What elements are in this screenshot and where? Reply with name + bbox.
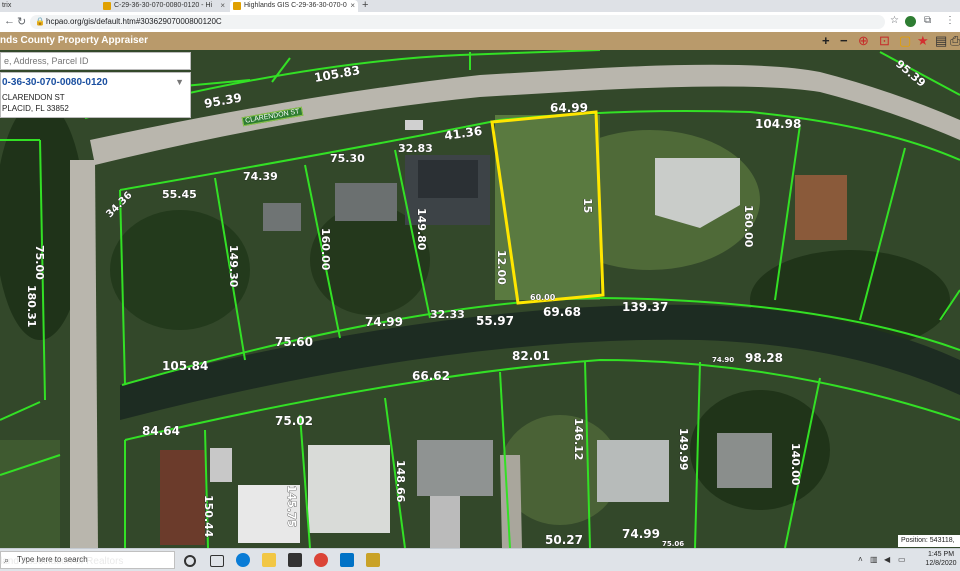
profile-avatar[interactable] (905, 16, 916, 27)
parcel-label: 74.99 (622, 527, 660, 541)
parcel-label: 150.44 (202, 495, 215, 538)
network-icon[interactable]: ▥ (870, 555, 878, 564)
parcel-label: 105.84 (162, 359, 208, 373)
select-parcel-icon[interactable]: ⊡ (879, 33, 890, 49)
parcel-label: 149.99 (677, 428, 690, 470)
reload-icon[interactable]: ↻ (17, 15, 26, 28)
property-search-box[interactable] (0, 52, 191, 70)
store-icon[interactable] (288, 553, 302, 567)
position-readout: Position: 543118, (898, 535, 960, 547)
parcel-label: 74.90 (712, 356, 734, 364)
parcel-label: 160.00 (742, 205, 755, 248)
tab-label: C-29-36-30-070-0080-0120 - Hi (114, 2, 213, 9)
parcel-label: 149.30 (227, 245, 240, 288)
parcel-label: 104.98 (755, 117, 801, 131)
parcel-label: 32.33 (430, 308, 465, 321)
taskbar-clock[interactable]: 1:45 PM 12/8/2020 (924, 550, 958, 568)
file-explorer-icon[interactable] (262, 553, 276, 567)
aerial-map[interactable]: 95.39 105.83 64.99 104.98 41.36 32.83 75… (0, 50, 960, 548)
layers-icon[interactable]: ▤ (935, 33, 947, 49)
parcel-label: 140.00 (789, 443, 802, 486)
parcel-label: 160.00 (319, 228, 332, 271)
search-input[interactable] (4, 56, 184, 66)
parcel-label: 12.00 (495, 250, 508, 285)
windows-taskbar: ⌕ Type here to search ˄ ▥ ◀ ▭ 1:45 PM 12… (0, 548, 960, 571)
app-title: nds County Property Appraiser (0, 35, 148, 46)
result-city: PLACID, FL 33852 (2, 104, 69, 113)
back-icon[interactable]: ← (4, 15, 15, 27)
task-view-icon[interactable] (210, 555, 224, 567)
parcel-label: 55.97 (476, 314, 514, 328)
search-result-card[interactable]: 0-36-30-070-0080-0120 ▼ CLARENDON ST PLA… (0, 72, 191, 118)
parcel-label: 55.45 (162, 188, 197, 201)
browser-tab-strip: trix C-29-36-30-070-0080-0120 - Hi × High… (0, 0, 960, 12)
print-icon[interactable]: ⎙ (950, 33, 960, 49)
browser-tab-0[interactable]: trix (0, 0, 98, 12)
parcel-label: 148.66 (394, 460, 407, 503)
page-favicon-icon (103, 2, 111, 10)
measure-icon[interactable]: ▢ (899, 33, 911, 49)
browser-tab-active[interactable]: Highlands GIS C-29-36-30-070-0 × (230, 0, 358, 12)
parcel-id-link[interactable]: 0-36-30-070-0080-0120 (2, 77, 108, 88)
bookmark-icon[interactable]: ★ (917, 33, 929, 49)
url-field[interactable]: 🔒 hcpao.org/gis/default.htm#303629070008… (30, 15, 885, 29)
cortana-icon[interactable] (184, 555, 196, 567)
parcel-label: 74.39 (243, 170, 278, 183)
chevron-down-icon[interactable]: ▼ (175, 77, 184, 87)
parcel-label: 146.12 (572, 418, 585, 460)
parcel-label: 50.27 (545, 533, 583, 547)
parcel-label: 69.68 (543, 305, 581, 319)
parcel-label: 75.02 (275, 414, 313, 428)
tab-label: trix (2, 2, 12, 9)
parcel-label: 74.99 (365, 315, 403, 329)
parcel-label: 82.01 (512, 349, 550, 363)
app-header: nds County Property Appraiser + − ⊕ ⊡ ▢ … (0, 32, 960, 50)
map-canvas[interactable]: 95.39 105.83 64.99 104.98 41.36 32.83 75… (0, 50, 960, 548)
result-address: CLARENDON ST (2, 93, 65, 102)
parcel-label: 149.80 (415, 208, 428, 251)
extensions-icon[interactable]: ⧉ (924, 15, 931, 26)
outlook-icon[interactable] (340, 553, 354, 567)
parcel-label: 75.60 (275, 335, 313, 349)
edge-icon[interactable] (236, 553, 250, 567)
parcel-label: 84.64 (142, 424, 180, 438)
clock-time: 1:45 PM (927, 551, 955, 558)
lock-icon: 🔒 (35, 17, 45, 26)
tray-chevron-icon[interactable]: ˄ (858, 555, 863, 564)
zoom-out-icon[interactable]: − (840, 33, 848, 49)
browser-tab-1[interactable]: C-29-36-30-070-0080-0120 - Hi × (100, 0, 228, 12)
close-tab-icon[interactable]: × (350, 0, 355, 12)
zoom-in-icon[interactable]: + (822, 33, 830, 49)
parcel-label: 75.30 (330, 152, 365, 165)
parcel-label: 75.00 (33, 245, 46, 280)
parcel-label: 64.99 (550, 101, 588, 115)
tab-label: Highlands GIS C-29-36-30-070-0 (244, 2, 347, 9)
parcel-label: 60.00 (530, 293, 556, 302)
parcel-label: 66.62 (412, 369, 450, 383)
clock-date: 12/8/2020 (925, 560, 957, 567)
parcel-label: 180.31 (25, 285, 38, 327)
watermark-text: land Association of Realtors (0, 556, 124, 567)
page-favicon-icon (233, 2, 241, 10)
app-icon[interactable] (366, 553, 380, 567)
url-text: hcpao.org/gis/default.htm#30362907000800… (46, 17, 222, 26)
volume-icon[interactable]: ◀ (884, 555, 890, 564)
close-tab-icon[interactable]: × (220, 0, 225, 12)
parcel-label: 32.83 (398, 142, 433, 155)
zoom-box-icon[interactable]: ⊕ (858, 33, 869, 49)
star-icon[interactable]: ☆ (890, 15, 899, 26)
parcel-label: 145.75 (285, 485, 298, 527)
chrome-icon[interactable] (314, 553, 328, 567)
parcel-label: 98.28 (745, 351, 783, 365)
new-tab-button[interactable]: + (362, 0, 368, 11)
parcel-label: 75.06 (662, 540, 684, 548)
parcel-label: 139.37 (622, 300, 668, 314)
parcel-label: 15 (581, 198, 594, 213)
menu-icon[interactable]: ⋮ (945, 15, 955, 26)
address-bar-row: ← ↻ 🔒 hcpao.org/gis/default.htm#30362907… (0, 12, 960, 33)
battery-icon[interactable]: ▭ (898, 555, 906, 564)
